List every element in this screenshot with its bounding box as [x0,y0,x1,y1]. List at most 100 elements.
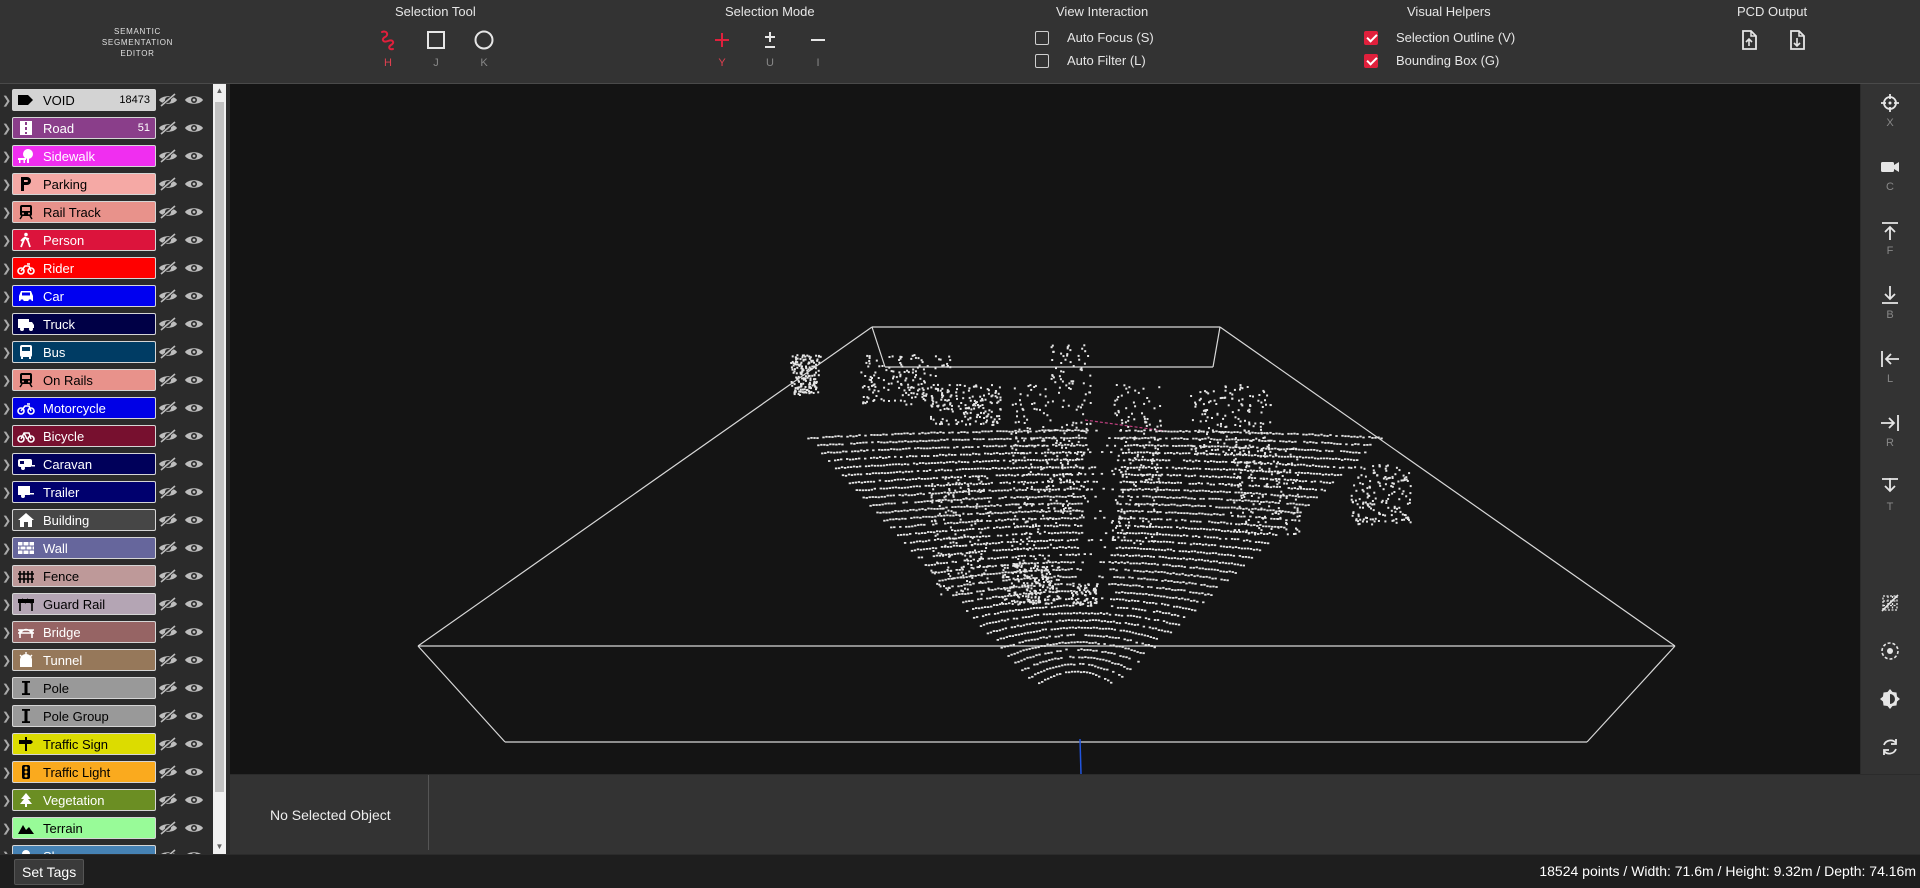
scrollbar-thumb[interactable] [215,102,224,792]
expand-arrow-icon[interactable]: ❯ [2,430,11,443]
selection-outline-checkbox[interactable] [1364,31,1378,45]
expand-arrow-icon[interactable]: ❯ [2,514,11,527]
visibility-toggle-button[interactable] [184,540,204,561]
expand-arrow-icon[interactable]: ❯ [2,710,11,723]
hide-others-button[interactable] [158,372,178,393]
visibility-toggle-button[interactable] [184,456,204,477]
visibility-toggle-button[interactable] [184,120,204,141]
export-pcd-button[interactable] [1734,29,1764,75]
expand-arrow-icon[interactable]: ❯ [2,626,11,639]
point-cloud-canvas[interactable] [230,84,1860,775]
visibility-toggle-button[interactable] [184,680,204,701]
class-traffic-light-button[interactable]: Traffic Light [12,761,156,783]
camera-button[interactable]: C [1875,156,1905,206]
class-wall-button[interactable]: Wall [12,537,156,559]
hide-others-button[interactable] [158,624,178,645]
auto-filter-checkbox[interactable] [1035,54,1049,68]
visibility-toggle-button[interactable] [184,484,204,505]
expand-arrow-icon[interactable]: ❯ [2,374,11,387]
visibility-toggle-button[interactable] [184,708,204,729]
class-terrain-button[interactable]: Terrain [12,817,156,839]
grid-toggle-button[interactable] [1875,592,1905,642]
class-guard-rail-button[interactable]: Guard Rail [12,593,156,615]
hide-others-button[interactable] [158,120,178,141]
add-mode-button[interactable]: Y [707,29,737,75]
expand-arrow-icon[interactable]: ❯ [2,94,11,107]
scroll-down-arrow[interactable]: ▼ [213,840,226,854]
view-left-button[interactable]: L [1875,348,1905,398]
view-top-button[interactable]: T [1875,476,1905,526]
class-pole-group-button[interactable]: Pole Group [12,705,156,727]
class-tunnel-button[interactable]: Tunnel [12,649,156,671]
hide-others-button[interactable] [158,764,178,785]
class-vegetation-button[interactable]: Vegetation [12,789,156,811]
hide-others-button[interactable] [158,848,178,854]
hide-others-button[interactable] [158,540,178,561]
class-bus-button[interactable]: Bus [12,341,156,363]
class-parking-button[interactable]: Parking [12,173,156,195]
expand-arrow-icon[interactable]: ❯ [2,234,11,247]
hide-others-button[interactable] [158,400,178,421]
expand-arrow-icon[interactable]: ❯ [2,766,11,779]
hide-others-button[interactable] [158,232,178,253]
hide-others-button[interactable] [158,316,178,337]
hide-others-button[interactable] [158,288,178,309]
expand-arrow-icon[interactable]: ❯ [2,738,11,751]
expand-arrow-icon[interactable]: ❯ [2,542,11,555]
hide-others-button[interactable] [158,92,178,113]
class-car-button[interactable]: Car [12,285,156,307]
expand-arrow-icon[interactable]: ❯ [2,150,11,163]
hide-others-button[interactable] [158,792,178,813]
expand-arrow-icon[interactable]: ❯ [2,402,11,415]
point-size-button[interactable] [1875,640,1905,690]
hide-others-button[interactable] [158,428,178,449]
class-bicycle-button[interactable]: Bicycle [12,425,156,447]
circle-tool-button[interactable]: K [469,29,499,75]
subtract-mode-button[interactable]: I [803,29,833,75]
visibility-toggle-button[interactable] [184,148,204,169]
toggle-mode-button[interactable]: U [755,29,785,75]
class-building-button[interactable]: Building [12,509,156,531]
expand-arrow-icon[interactable]: ❯ [2,458,11,471]
class-sky-button[interactable]: Sky [12,845,156,854]
class-sidewalk-button[interactable]: Sidewalk [12,145,156,167]
visibility-toggle-button[interactable] [184,792,204,813]
visibility-toggle-button[interactable] [184,652,204,673]
expand-arrow-icon[interactable]: ❯ [2,822,11,835]
expand-arrow-icon[interactable]: ❯ [2,346,11,359]
hide-others-button[interactable] [158,708,178,729]
visibility-toggle-button[interactable] [184,596,204,617]
visibility-toggle-button[interactable] [184,232,204,253]
visibility-toggle-button[interactable] [184,372,204,393]
view-back-button[interactable]: B [1875,284,1905,334]
class-motorcycle-button[interactable]: Motorcycle [12,397,156,419]
expand-arrow-icon[interactable]: ❯ [2,178,11,191]
view-right-button[interactable]: R [1875,412,1905,462]
expand-arrow-icon[interactable]: ❯ [2,262,11,275]
point-cloud-viewport[interactable] [230,84,1860,775]
class-traffic-sign-button[interactable]: Traffic Sign [12,733,156,755]
set-tags-button[interactable]: Set Tags [14,859,85,885]
class-rider-button[interactable]: Rider [12,257,156,279]
crosshair-button[interactable]: X [1875,92,1905,142]
visibility-toggle-button[interactable] [184,512,204,533]
visibility-toggle-button[interactable] [184,820,204,841]
class-person-button[interactable]: Person [12,229,156,251]
visibility-toggle-button[interactable] [184,848,204,854]
expand-arrow-icon[interactable]: ❯ [2,570,11,583]
visibility-toggle-button[interactable] [184,316,204,337]
expand-arrow-icon[interactable]: ❯ [2,122,11,135]
view-front-button[interactable]: F [1875,220,1905,270]
visibility-toggle-button[interactable] [184,400,204,421]
visibility-toggle-button[interactable] [184,344,204,365]
scroll-up-arrow[interactable]: ▲ [213,84,226,98]
class-rail-track-button[interactable]: Rail Track [12,201,156,223]
expand-arrow-icon[interactable]: ❯ [2,598,11,611]
visibility-toggle-button[interactable] [184,260,204,281]
class-on-rails-button[interactable]: On Rails [12,369,156,391]
rectangle-tool-button[interactable]: J [421,29,451,75]
visibility-toggle-button[interactable] [184,288,204,309]
hide-others-button[interactable] [158,176,178,197]
hide-others-button[interactable] [158,596,178,617]
expand-arrow-icon[interactable]: ❯ [2,486,11,499]
